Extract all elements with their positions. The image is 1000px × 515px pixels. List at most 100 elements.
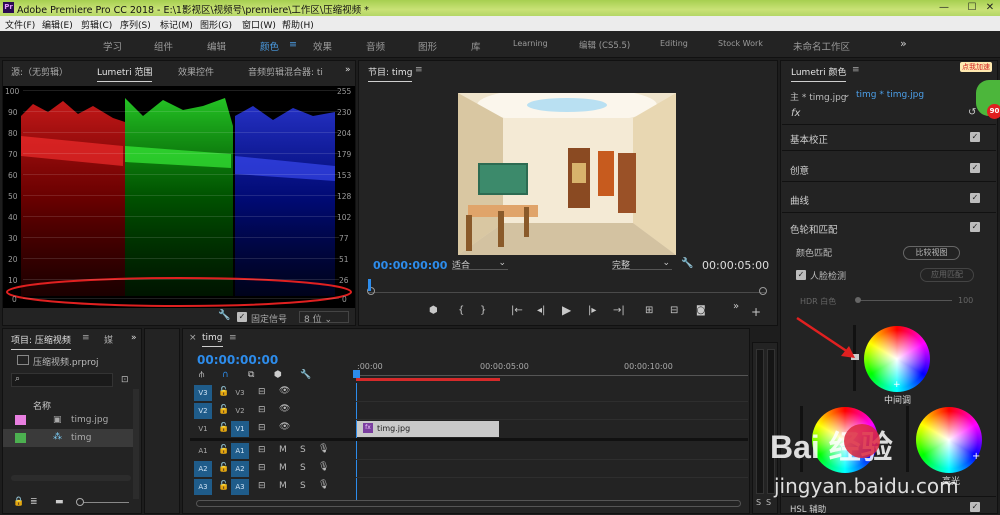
sync-lock-icon[interactable]: ⊟ [258,405,266,415]
tab-project[interactable]: 项目: 压缩视频 [11,333,71,350]
track-name-v2[interactable]: V2 [231,403,249,419]
lock-icon[interactable]: 🔓 [218,423,229,433]
sync-lock-icon[interactable]: ⊟ [258,387,266,397]
workspace-menu-icon[interactable]: ≡ [289,39,297,50]
project-overflow-icon[interactable]: » [131,333,137,343]
solo-button[interactable]: S [300,481,306,491]
shadows-color-wheel[interactable] [812,407,878,473]
close-window-button[interactable]: ✕ [980,0,1000,15]
workspace-effects[interactable]: 效果 [313,39,332,53]
work-area-bar[interactable] [356,378,500,381]
zoom-slider[interactable] [79,502,129,503]
track-name-v3[interactable]: V3 [231,385,249,401]
track-name-v1[interactable]: V1 [231,421,249,437]
timeline-ruler[interactable]: :00:00 00:00:05:00 00:00:10:00 [353,358,748,383]
solo-button[interactable]: S [300,463,306,473]
clamp-signal-checkbox[interactable]: ✓ [237,312,247,322]
timeline-clip[interactable]: fx timg.jpg [357,421,499,437]
microphone-icon[interactable]: 🎙 [318,462,329,472]
menu-file[interactable]: 文件(F) [5,18,35,31]
lumetri-panel-title[interactable]: Lumetri 颜色 [791,65,847,82]
snap-magnet-icon[interactable]: ∩ [222,370,229,380]
eye-icon[interactable]: 👁 [279,422,290,432]
timeline-menu-icon[interactable]: ≡ [229,333,237,343]
lock-icon[interactable]: 🔓 [218,463,229,473]
lumetri-menu-icon[interactable]: ≡ [852,65,860,75]
tab-audio-mixer[interactable]: 音频剪辑混合器: ti [248,65,323,78]
program-settings-wrench-icon[interactable]: 🔧 [681,258,693,269]
workspace-editing-en[interactable]: Editing [660,39,688,48]
zoom-slider-handle[interactable] [76,498,84,506]
workspace-libraries[interactable]: 库 [471,39,481,53]
workspace-assembly[interactable]: 组件 [154,39,173,53]
menu-window[interactable]: 窗口(W) [242,18,276,31]
step-back-icon[interactable]: ◂| [537,305,545,316]
linked-selection-icon[interactable]: ⧉ [248,370,254,380]
mark-in-icon[interactable]: { [458,305,464,316]
lock-icon[interactable]: 🔓 [218,387,229,397]
workspace-color[interactable]: 颜色 [260,39,279,53]
lock-icon[interactable]: 🔒 [13,497,24,507]
solo-left-button[interactable]: S [756,498,761,507]
program-monitor-title[interactable]: 节目: timg [368,65,413,82]
section-creative[interactable]: 创意 [790,163,809,177]
menu-clip[interactable]: 剪辑(C) [81,18,112,31]
add-marker-icon[interactable]: ⬢ [429,305,438,316]
track-target-a3[interactable]: A3 [194,479,212,495]
minimize-button[interactable]: — [930,0,958,15]
project-menu-icon[interactable]: ≡ [82,333,90,343]
workspace-overflow-icon[interactable]: » [900,37,907,50]
lock-icon[interactable]: 🔓 [218,481,229,491]
fit-select[interactable]: 适合 ⌄ [452,258,508,271]
sync-lock-icon[interactable]: ⊟ [258,423,266,433]
timeline-tab-close[interactable]: × [189,333,197,343]
program-menu-icon[interactable]: ≡ [415,65,423,75]
color-wheels-checkbox[interactable]: ✓ [970,222,980,232]
tab-lumetri-scopes[interactable]: Lumetri 范围 [97,65,153,82]
solo-button[interactable]: S [300,445,306,455]
track-target-v3[interactable]: V3 [194,385,212,401]
mute-button[interactable]: M [279,481,287,491]
menu-edit[interactable]: 编辑(E) [42,18,73,31]
step-forward-icon[interactable]: |▸ [588,305,596,316]
eye-icon[interactable]: 👁 [279,386,290,396]
bit-depth-select[interactable]: 8 位 ⌄ [299,311,349,325]
workspace-unnamed[interactable]: 未命名工作区 [793,39,850,53]
speed-up-badge[interactable]: 点我加速 [960,62,992,72]
mute-button[interactable]: M [279,463,287,473]
program-timecode-current[interactable]: 00:00:00:00 [373,259,447,272]
sync-lock-icon[interactable]: ⊟ [258,463,266,473]
track-target-v1[interactable]: V1 [194,421,212,437]
list-item[interactable]: ⁂ timg [3,429,133,447]
go-to-in-icon[interactable]: |← [511,305,523,316]
workspace-stock-work[interactable]: Stock Work [718,39,763,48]
track-target-a1[interactable]: A1 [194,443,212,459]
section-curves[interactable]: 曲线 [790,193,809,207]
chevron-down-icon[interactable]: ⌄ [843,90,851,100]
mark-out-icon[interactable]: } [480,305,486,316]
microphone-icon[interactable]: 🎙 [318,444,329,454]
section-color-wheels[interactable]: 色轮和匹配 [790,222,838,236]
wrench-icon[interactable]: 🔧 [218,310,230,321]
menu-help[interactable]: 帮助(H) [282,18,314,31]
curves-checkbox[interactable]: ✓ [970,193,980,203]
solo-right-button[interactable]: S [766,498,771,507]
highlights-slider-track[interactable] [906,406,909,472]
button-editor-icon[interactable]: » [733,301,739,312]
workspace-editing-cs55[interactable]: 编辑 (CS5.5) [579,39,630,51]
add-marker-icon[interactable]: ⬢ [274,370,282,380]
workspace-audio[interactable]: 音频 [366,39,385,53]
workspace-learn[interactable]: 学习 [103,39,122,53]
icon-view-icon[interactable]: ▬ [55,497,64,507]
list-view-icon[interactable]: ≣ [30,497,38,507]
track-name-a2[interactable]: A2 [231,461,249,477]
quality-select[interactable]: 完整 ⌄ [612,258,672,271]
list-item[interactable]: ▣ timg.jpg [3,411,141,429]
workspace-graphics[interactable]: 图形 [418,39,437,53]
extract-icon[interactable]: ⊟ [670,305,678,316]
project-horizontal-scrollbar[interactable] [11,475,131,481]
track-target-a2[interactable]: A2 [194,461,212,477]
lumetri-fx-toggle[interactable]: fx [791,108,800,119]
section-hsl-secondary[interactable]: HSL 辅助 [790,503,826,515]
menu-marker[interactable]: 标记(M) [160,18,193,31]
